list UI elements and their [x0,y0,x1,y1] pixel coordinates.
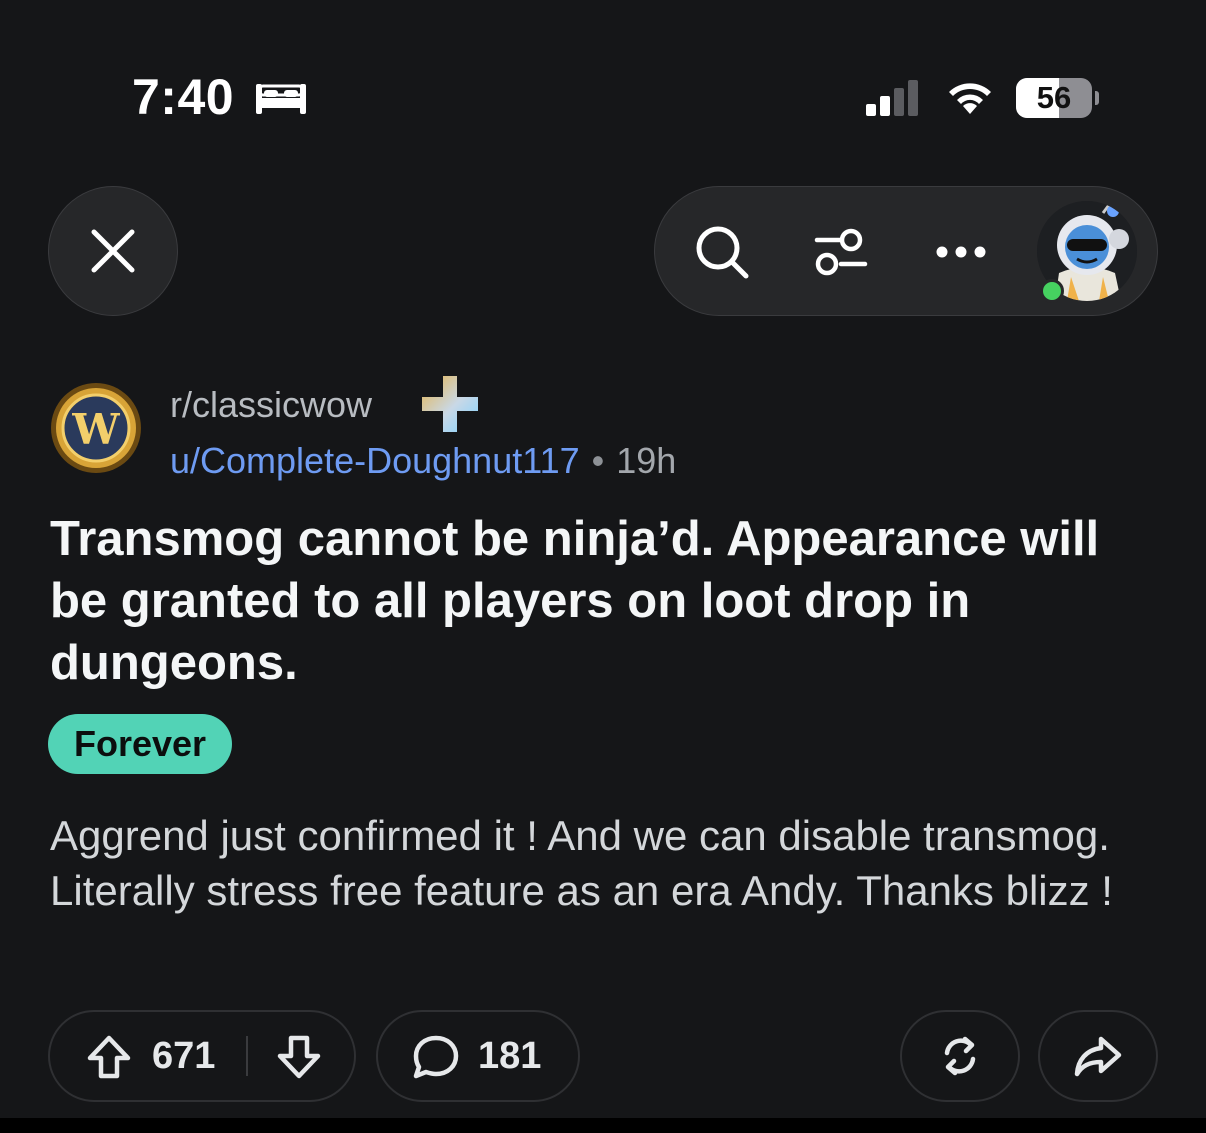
more-options-icon [936,246,986,258]
subreddit-icon[interactable]: W [50,382,142,474]
status-time: 7:40 [132,69,235,125]
post-flair[interactable]: Forever [48,714,233,774]
battery-body: 56 [1016,78,1092,118]
vote-bar: 671 [48,1010,356,1102]
post-time: 19h [616,440,677,481]
comment-icon [413,1035,459,1079]
post-title: Transmog cannot be ninja’d. Appearance w… [50,512,1100,690]
comments-button[interactable]: 181 [376,1010,580,1102]
search-button[interactable] [691,187,753,317]
filter-button[interactable] [811,187,871,317]
meta-separator: • [591,440,605,481]
vote-divider [246,1036,248,1076]
close-button[interactable] [48,186,178,316]
close-icon [91,229,135,273]
filter-sliders-icon [814,228,868,276]
repost-icon [944,1036,976,1076]
svg-text:W: W [71,405,120,454]
share-icon [1074,1036,1122,1077]
more-options-button[interactable] [931,187,991,317]
screen-bottom-edge [0,1118,1206,1133]
share-button[interactable] [1038,1010,1158,1102]
search-icon [696,226,749,279]
battery-level: 56 [1036,80,1072,115]
battery-tip [1095,91,1099,105]
subreddit-name[interactable]: r/classicwow [170,384,372,426]
comment-count: 181 [478,1035,542,1077]
author-link[interactable]: u/Complete-Doughnut117 [170,440,580,481]
upvote-count: 671 [152,1035,216,1077]
downvote-icon[interactable] [276,1034,322,1080]
repost-button[interactable] [900,1010,1020,1102]
upvote-icon[interactable] [86,1034,132,1080]
post-body: Aggrend just confirmed it ! And we can d… [50,812,1113,914]
post-meta: u/Complete-Doughnut117 • 19h [170,440,676,482]
post-toolbar [654,186,1158,316]
battery-icon: 56 [1016,78,1099,118]
join-subreddit-icon[interactable] [418,372,482,436]
wifi-icon [949,83,991,114]
online-status-dot [1040,279,1064,303]
cellular-signal-icon [866,80,918,116]
app-screen: 7:40 56 W r/classicwow u/Complete-Doughn… [0,0,1206,1118]
bed-icon [256,84,306,114]
